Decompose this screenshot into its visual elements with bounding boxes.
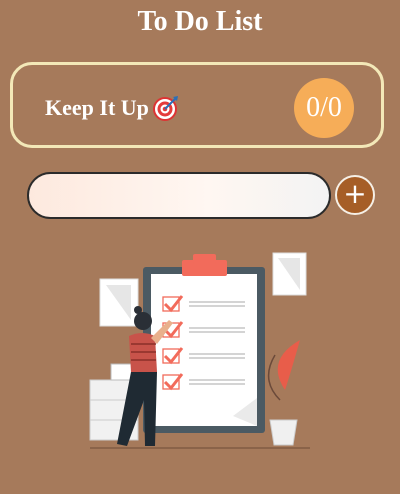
progress-card: Keep It Up 0/0 [10,62,384,148]
page-title: To Do List [137,6,263,37]
progress-message-label: Keep It Up [45,95,149,120]
target-icon [152,95,179,121]
progress-message: Keep It Up [45,95,179,121]
add-task-button[interactable]: + [335,175,375,215]
task-counter: 0/0 [294,78,354,138]
checklist-illustration [85,250,315,460]
task-input[interactable] [27,172,331,219]
